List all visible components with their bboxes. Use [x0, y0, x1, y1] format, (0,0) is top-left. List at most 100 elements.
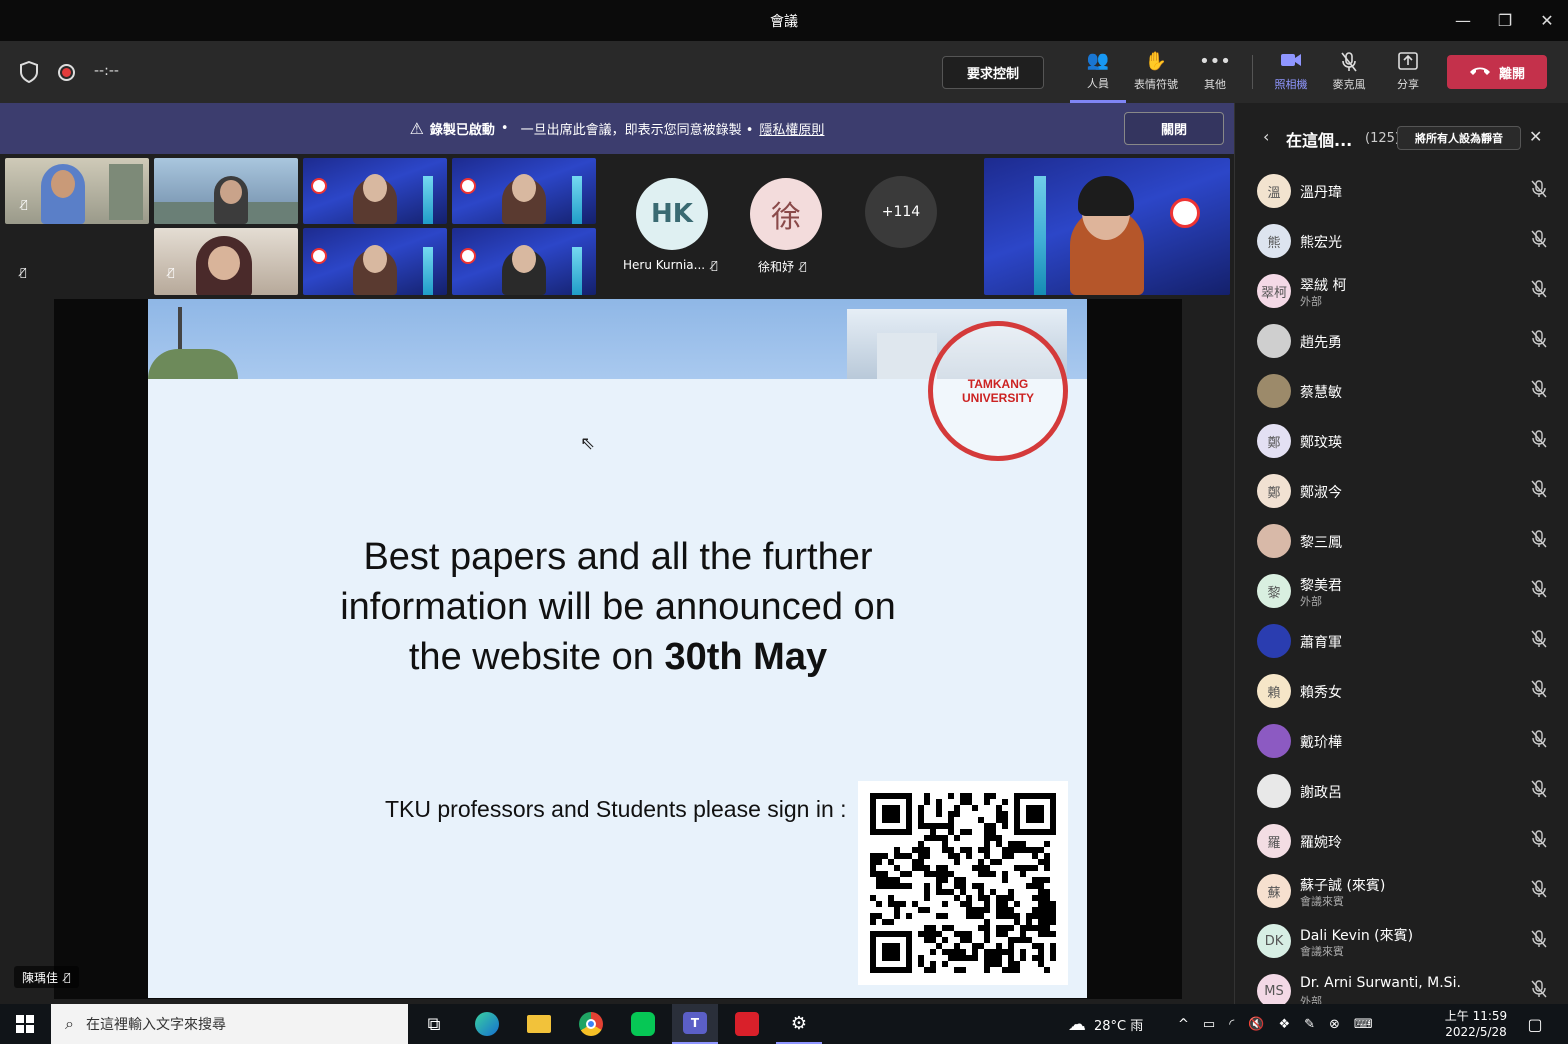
taskbar-search[interactable]: ⌕ 在這裡輸入文字來搜尋: [51, 1004, 408, 1044]
participant-role: 會議來賓: [1300, 895, 1344, 908]
battery-icon[interactable]: ▭: [1203, 1017, 1215, 1032]
windows-start-icon[interactable]: [2, 1004, 48, 1044]
more-participants-badge[interactable]: +114: [865, 176, 937, 248]
red-app-icon[interactable]: [724, 1004, 770, 1044]
speaker-label: 陳瑀佳 🎙̸: [14, 966, 79, 988]
dropbox-icon[interactable]: ❖: [1278, 1017, 1290, 1032]
participant-name: 溫丹瑋: [1300, 185, 1342, 201]
video-thumbnail[interactable]: 🎙̸: [5, 158, 149, 224]
participant-name: 蘇子誠 (來賓): [1300, 878, 1386, 894]
share-button[interactable]: 分享: [1380, 41, 1436, 103]
mic-button[interactable]: 麥克風: [1321, 41, 1377, 103]
task-view-icon[interactable]: ⧉: [411, 1004, 457, 1044]
participant-row[interactable]: 熊 熊宏光: [1235, 216, 1568, 266]
mic-off-icon[interactable]: [1531, 580, 1547, 602]
participant-avatar-xu[interactable]: 徐: [750, 178, 822, 250]
video-thumbnail[interactable]: [452, 158, 596, 224]
video-thumbnail[interactable]: 🎙̸: [154, 228, 298, 295]
participant-avatar: [1257, 774, 1291, 808]
participant-avatar: [1257, 374, 1291, 408]
banner-close-button[interactable]: 關閉: [1124, 112, 1224, 145]
participant-row[interactable]: 蔡慧敏: [1235, 366, 1568, 416]
line-app-icon[interactable]: [620, 1004, 666, 1044]
volume-mute-icon[interactable]: 🔇: [1248, 1017, 1264, 1032]
toolbar-divider: [1252, 55, 1253, 89]
participant-row[interactable]: 翠柯 翠絨 柯外部: [1235, 266, 1568, 316]
privacy-policy-link[interactable]: 隱私權原則: [759, 119, 824, 138]
mic-off-icon[interactable]: [1531, 530, 1547, 552]
clock[interactable]: 上午 11:59 2022/5/28: [1440, 1004, 1512, 1044]
mic-off-icon[interactable]: [1531, 680, 1547, 702]
participant-avatar: 黎: [1257, 574, 1291, 608]
settings-gear-icon[interactable]: ⚙: [776, 1004, 822, 1044]
mic-off-icon[interactable]: [1531, 280, 1547, 302]
mic-off-icon[interactable]: [1531, 480, 1547, 502]
mouse-cursor-icon: ⇖: [580, 433, 596, 454]
participant-row[interactable]: 謝政呂: [1235, 766, 1568, 816]
request-control-button[interactable]: 要求控制: [942, 56, 1044, 89]
camera-icon: [1280, 52, 1302, 72]
mic-off-icon[interactable]: [1531, 430, 1547, 452]
restore-button[interactable]: ❐: [1484, 0, 1526, 41]
mic-off-icon[interactable]: [1531, 630, 1547, 652]
video-thumbnail[interactable]: [303, 228, 447, 295]
mic-off-icon[interactable]: [1531, 730, 1547, 752]
participant-row[interactable]: 趙先勇: [1235, 316, 1568, 366]
participant-row[interactable]: 鄭 鄭淑今: [1235, 466, 1568, 516]
file-explorer-icon[interactable]: [516, 1004, 562, 1044]
chevron-left-icon[interactable]: ‹: [1263, 127, 1269, 146]
edge-browser-icon[interactable]: [464, 1004, 510, 1044]
mic-off-icon[interactable]: [1531, 980, 1547, 1002]
participant-row[interactable]: 戴玠樺: [1235, 716, 1568, 766]
close-panel-icon[interactable]: ✕: [1529, 127, 1542, 146]
window-title: 會議: [770, 13, 798, 30]
leave-button[interactable]: 離開: [1447, 55, 1547, 89]
cancel-icon[interactable]: ⊗: [1329, 1017, 1340, 1032]
mic-off-icon[interactable]: [1531, 330, 1547, 352]
participant-row[interactable]: DK Dali Kevin (來賓) 會議來賓: [1235, 916, 1568, 966]
participant-row[interactable]: 鄭 鄭玟瑛: [1235, 416, 1568, 466]
presenter-video[interactable]: [984, 158, 1230, 295]
teams-icon[interactable]: T: [672, 1004, 718, 1044]
participant-avatar-hk[interactable]: HK: [636, 178, 708, 250]
participant-row[interactable]: 蕭育軍: [1235, 616, 1568, 666]
participants-panel: ‹ 在這個... (125) 將所有人設為靜音 ✕ 溫 溫丹瑋熊 熊宏光 翠柯 翠絨 柯…: [1234, 103, 1568, 1008]
mute-all-button[interactable]: 將所有人設為靜音: [1397, 126, 1521, 150]
hangup-icon: [1469, 65, 1491, 80]
pen-icon[interactable]: ✎: [1304, 1017, 1315, 1032]
participant-row[interactable]: 羅 羅婉玲: [1235, 816, 1568, 866]
camera-button[interactable]: 照相機: [1263, 41, 1319, 103]
participant-name: 賴秀女: [1300, 685, 1342, 701]
video-thumbnail[interactable]: [154, 158, 298, 224]
keyboard-icon[interactable]: ⌨: [1354, 1017, 1373, 1032]
chevron-up-icon[interactable]: ^: [1178, 1017, 1189, 1032]
reactions-button[interactable]: ✋ 表情符號: [1128, 41, 1184, 103]
participant-row[interactable]: 蘇 蘇子誠 (來賓) 會議來賓: [1235, 866, 1568, 916]
close-window-button[interactable]: ✕: [1526, 0, 1568, 41]
video-thumbnail[interactable]: [303, 158, 447, 224]
mic-off-icon[interactable]: [1531, 380, 1547, 402]
wifi-icon[interactable]: ◜: [1229, 1017, 1234, 1032]
notification-icon[interactable]: ▢: [1512, 1004, 1558, 1044]
weather-widget[interactable]: ☁ 28°C 雨: [1068, 1004, 1143, 1044]
mic-off-icon[interactable]: [1531, 180, 1547, 202]
video-thumbnail[interactable]: [452, 228, 596, 295]
participant-row[interactable]: 黎三鳳: [1235, 516, 1568, 566]
participant-avatar: [1257, 324, 1291, 358]
avatar-initial: 熊: [1267, 235, 1281, 251]
participant-row[interactable]: 黎 黎美君 外部: [1235, 566, 1568, 616]
mic-off-icon[interactable]: [1531, 880, 1547, 902]
chrome-icon[interactable]: [568, 1004, 614, 1044]
participant-row[interactable]: 溫 溫丹瑋: [1235, 166, 1568, 216]
mic-off-icon[interactable]: [1531, 930, 1547, 952]
mic-off-icon[interactable]: [1531, 830, 1547, 852]
participant-row[interactable]: 賴 賴秀女: [1235, 666, 1568, 716]
mic-off-icon[interactable]: [1531, 780, 1547, 802]
more-button[interactable]: ••• 其他: [1187, 41, 1243, 103]
shield-icon[interactable]: [19, 60, 39, 84]
mic-off-icon[interactable]: [1531, 230, 1547, 252]
avatar-initial: 蘇: [1267, 885, 1281, 901]
minimize-button[interactable]: —: [1442, 0, 1484, 41]
people-button[interactable]: 👥 人員: [1070, 41, 1126, 103]
participant-avatar: 蘇: [1257, 874, 1291, 908]
